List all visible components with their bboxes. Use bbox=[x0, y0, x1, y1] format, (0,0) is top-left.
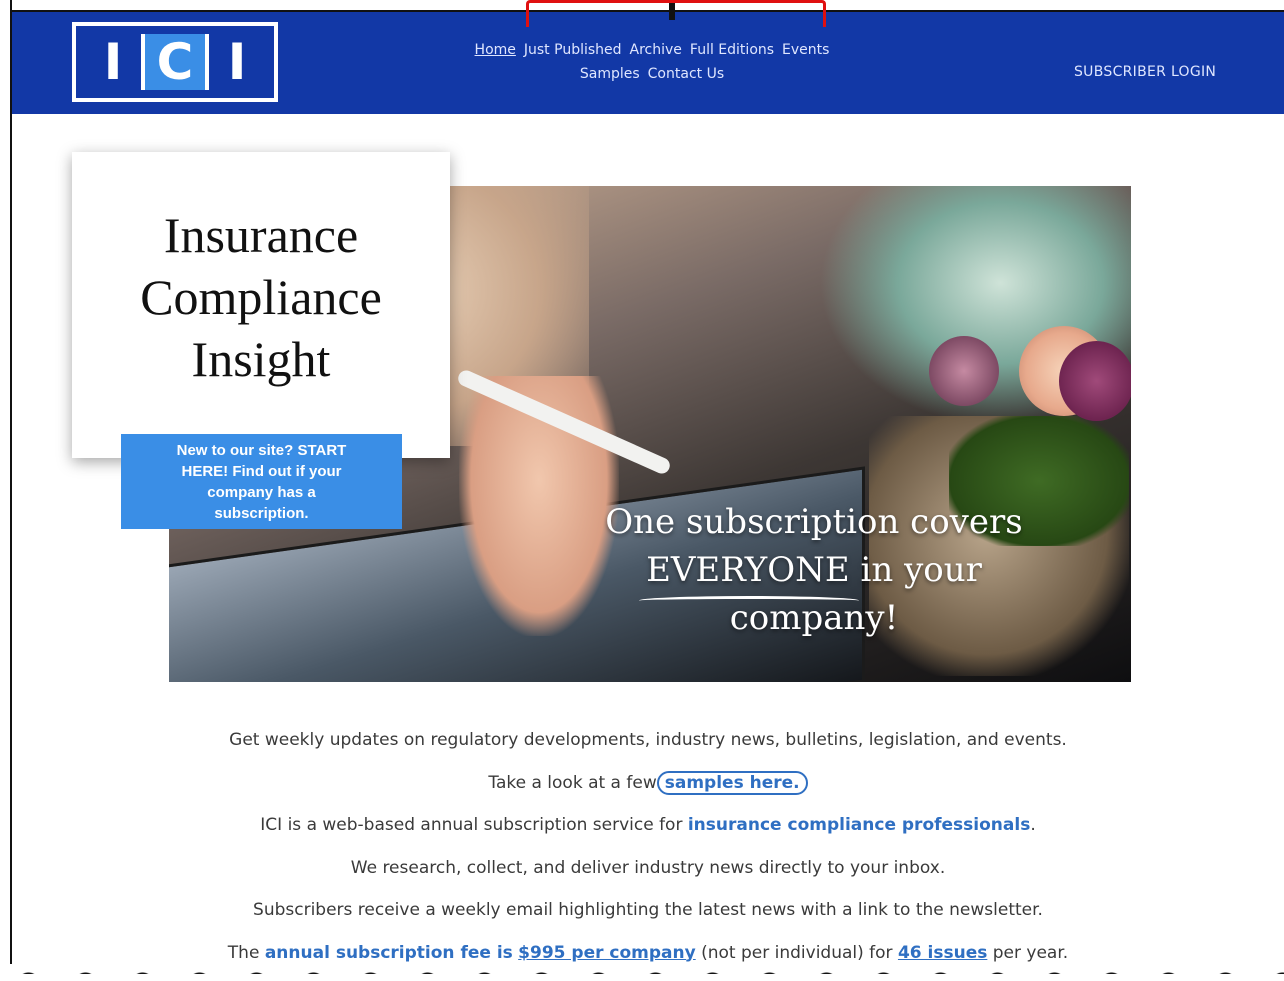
nav-samples[interactable]: Samples bbox=[580, 66, 640, 82]
fee-link[interactable]: annual subscription fee is bbox=[265, 943, 513, 963]
hero-flower bbox=[929, 336, 999, 406]
start-here-button[interactable]: New to our site? START HERE! Find out if… bbox=[121, 434, 402, 529]
samples-link[interactable]: samples here. bbox=[657, 771, 808, 795]
tagline-underline bbox=[639, 596, 859, 605]
fee-line: The annual subscription fee is $995 per … bbox=[12, 939, 1284, 981]
service-prefix: ICI is a web-based annual subscription s… bbox=[260, 815, 682, 835]
nav-contact-us[interactable]: Contact Us bbox=[648, 66, 724, 82]
intro-line: Get weekly updates on regulatory develop… bbox=[12, 726, 1284, 769]
nav-home[interactable]: Home bbox=[475, 42, 516, 58]
logo-letter-i-2: I bbox=[209, 34, 265, 90]
fee-prefix: The bbox=[228, 943, 260, 963]
nav-events[interactable]: Events bbox=[782, 42, 829, 58]
fee-suffix: per year. bbox=[993, 943, 1068, 963]
professionals-link[interactable]: insurance compliance professionals bbox=[688, 815, 1030, 835]
weekly-email-line: Subscribers receive a weekly email highl… bbox=[12, 896, 1284, 939]
fee-mid: (not per individual) for bbox=[701, 943, 892, 963]
annotation-bracket bbox=[526, 0, 826, 27]
samples-prefix: Take a look at a few bbox=[488, 773, 656, 793]
intro-content: Get weekly updates on regulatory develop… bbox=[12, 726, 1284, 981]
tagline-line: EVERYONE in your bbox=[589, 546, 1039, 594]
logo-letter-i: I bbox=[85, 34, 141, 90]
nav-archive[interactable]: Archive bbox=[630, 42, 682, 58]
frame-left bbox=[0, 0, 12, 974]
hero-tagline: One subscription covers EVERYONE in your… bbox=[589, 498, 1039, 642]
torn-edge bbox=[0, 964, 1284, 974]
main-nav: Home Just Published Archive Full Editions Ev… bbox=[452, 38, 852, 86]
service-line: ICI is a web-based annual subscription s… bbox=[12, 811, 1284, 854]
ici-logo[interactable]: I C I bbox=[72, 22, 278, 102]
site-title: Insurance Compliance Insight bbox=[72, 204, 450, 390]
issues-link[interactable]: 46 issues bbox=[898, 943, 987, 963]
service-suffix: . bbox=[1030, 815, 1035, 835]
title-card: Insurance Compliance Insight bbox=[72, 152, 450, 458]
samples-line: Take a look at a fewsamples here. bbox=[12, 769, 1284, 812]
title-line: Compliance bbox=[72, 266, 450, 328]
subscriber-login-link[interactable]: SUBSCRIBER LOGIN bbox=[1074, 64, 1216, 80]
hero-flower bbox=[1059, 341, 1131, 421]
research-line: We research, collect, and deliver indust… bbox=[12, 854, 1284, 897]
tagline-line: One subscription covers bbox=[589, 498, 1039, 546]
title-line: Insurance bbox=[72, 204, 450, 266]
price-link[interactable]: $995 per company bbox=[518, 943, 696, 963]
title-line: Insight bbox=[72, 328, 450, 390]
nav-full-editions[interactable]: Full Editions bbox=[690, 42, 774, 58]
site-header: I C I Home Just Published Archive Full Edit… bbox=[12, 12, 1284, 114]
nav-just-published[interactable]: Just Published bbox=[524, 42, 622, 58]
logo-letter-c: C bbox=[141, 34, 209, 90]
